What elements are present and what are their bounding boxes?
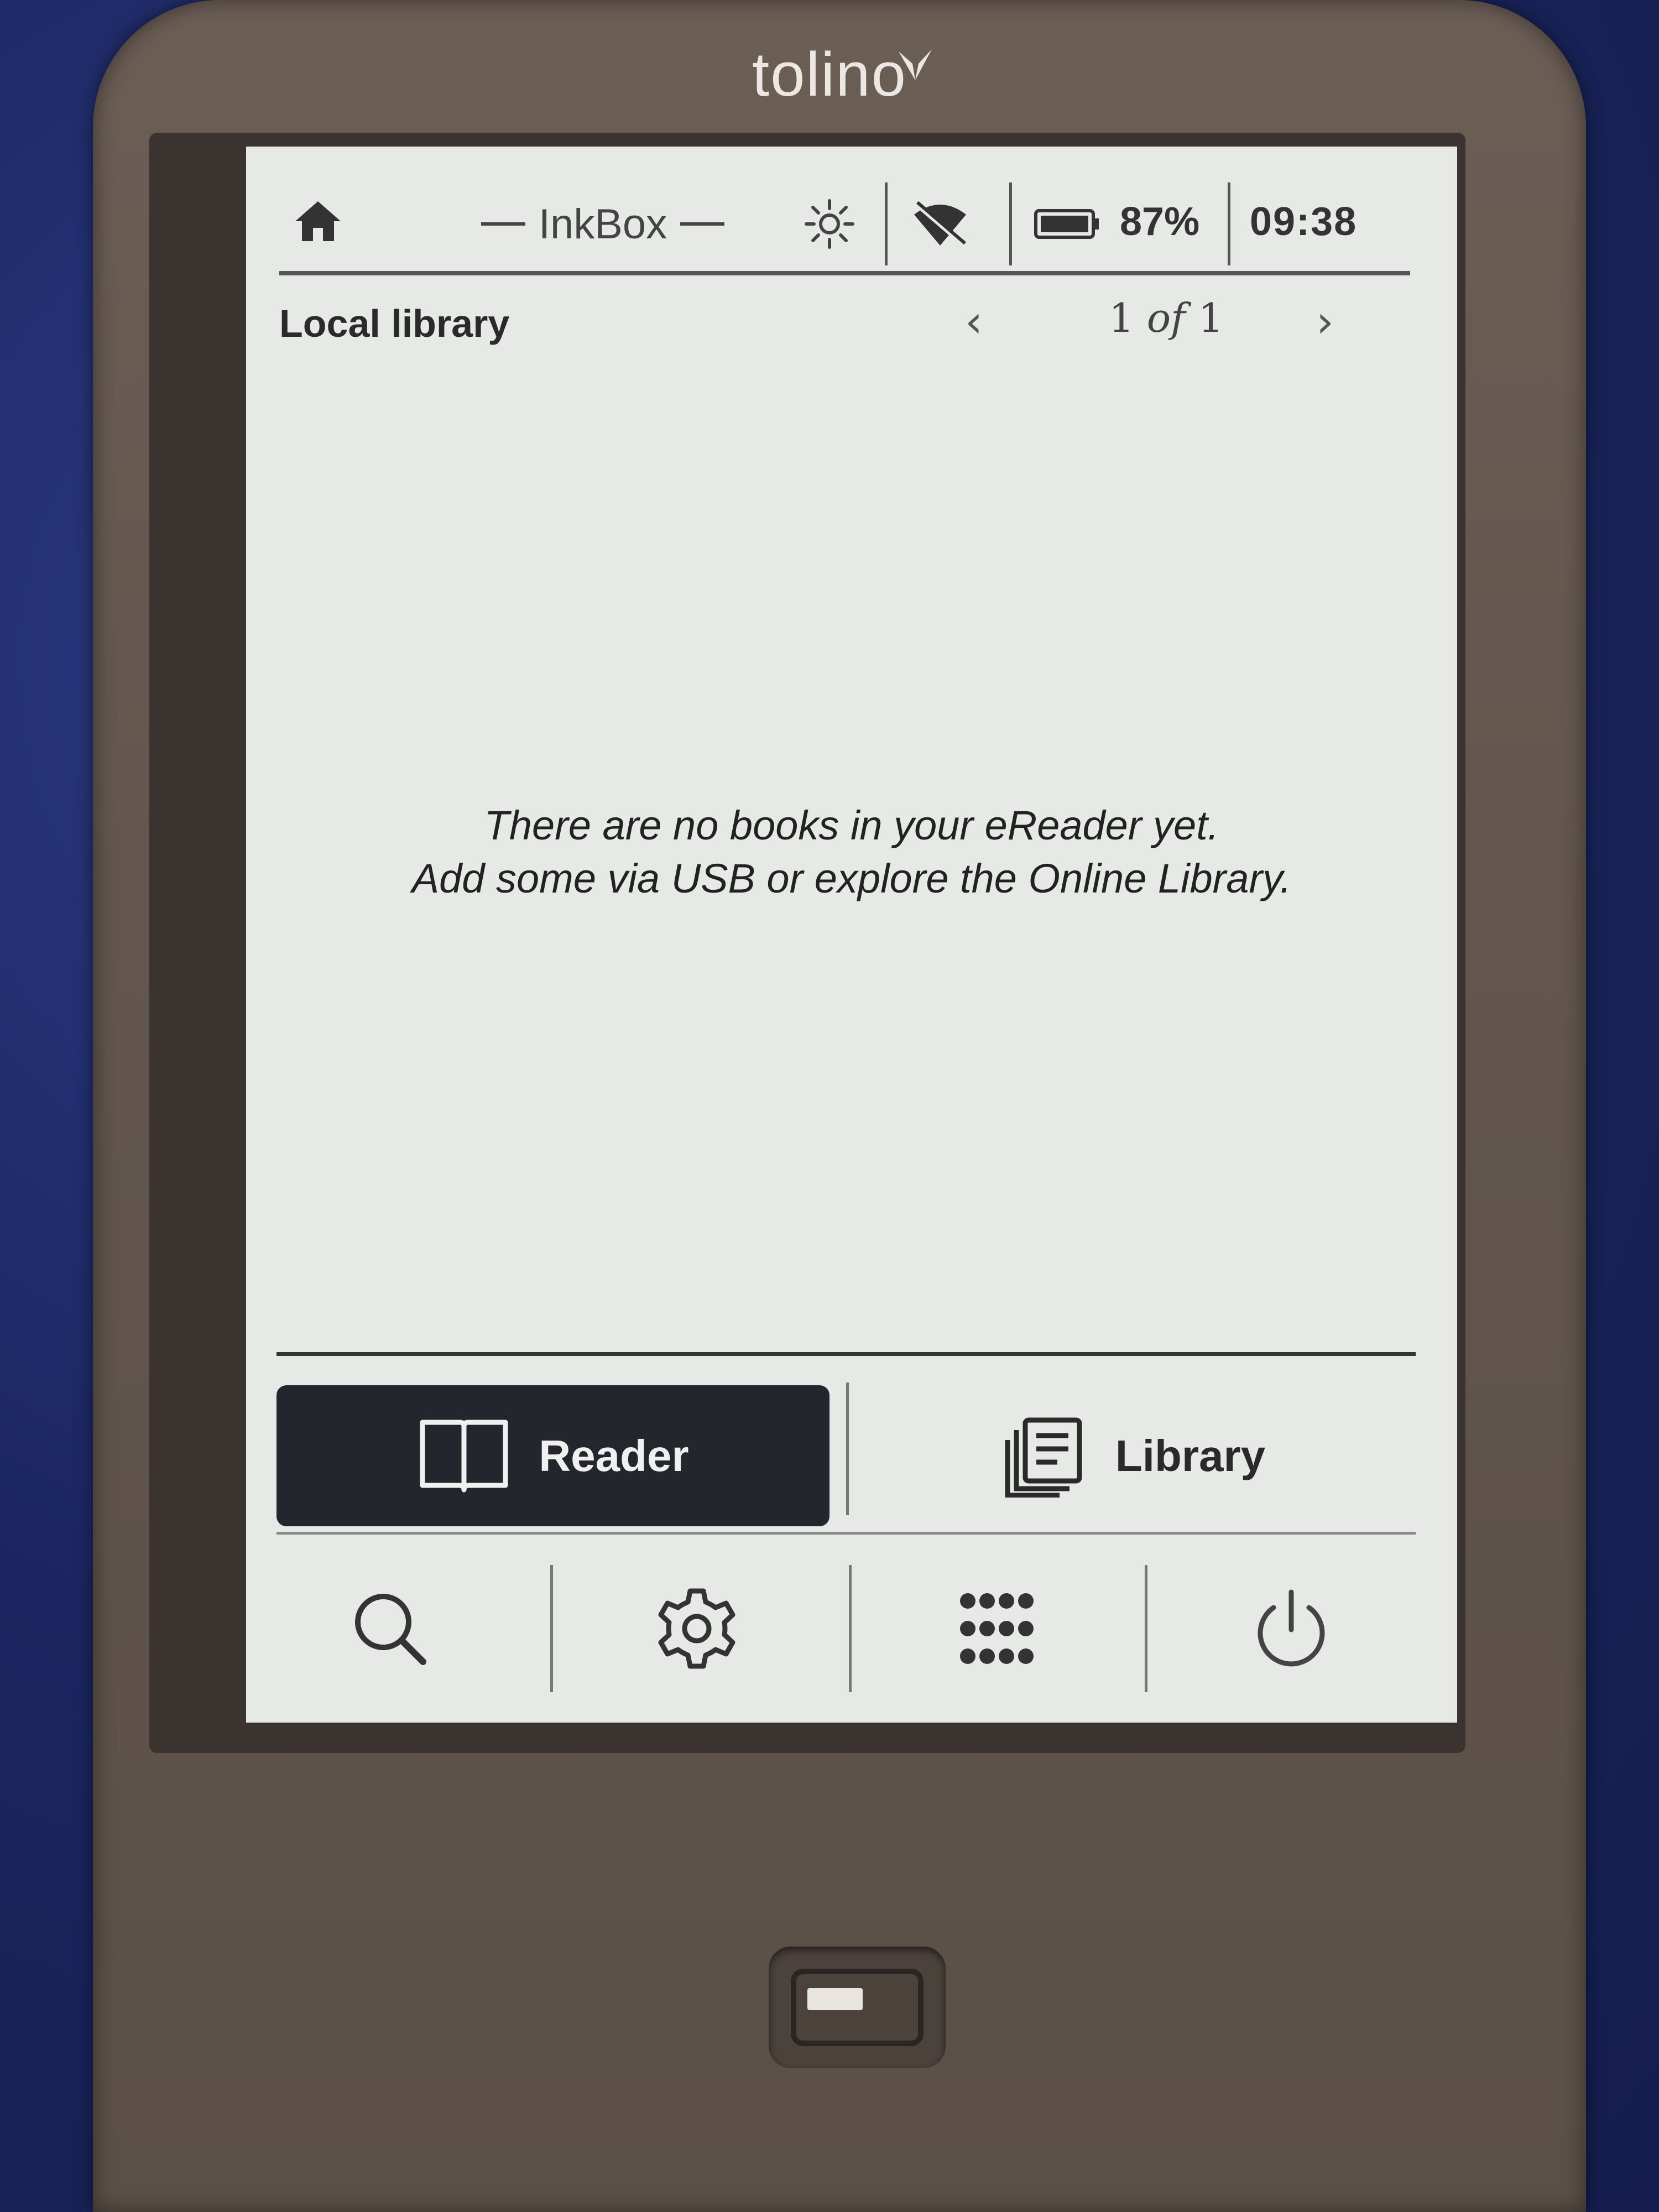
empty-library-message: There are no books in your eReader yet. …: [246, 799, 1457, 905]
apps-grid-icon: [960, 1593, 1034, 1664]
background: tolino InkBox 87% 09:38 Local library ‹ …: [0, 0, 1659, 2212]
brand-logo: tolino: [752, 40, 907, 109]
hardware-home-button[interactable]: [769, 1947, 946, 2068]
page-indicator: 1 of 1: [1109, 295, 1223, 341]
open-book-icon: [420, 1420, 508, 1492]
page-current: 1: [1109, 295, 1134, 341]
library-icon: [1005, 1417, 1082, 1498]
home-button-light: [807, 1988, 863, 2010]
tab-library-label: Library: [1115, 1431, 1266, 1480]
battery-icon: [1034, 209, 1099, 239]
page-of: of: [1146, 295, 1186, 341]
gear-icon: [658, 1588, 735, 1669]
status-bar: InkBox 87% 09:38: [246, 169, 1457, 268]
app-title: InkBox: [538, 200, 667, 248]
butterfly-icon: [899, 49, 932, 80]
title-dash-left: [481, 222, 525, 226]
clock: 09:38: [1250, 200, 1358, 244]
eink-screen: InkBox 87% 09:38 Local library ‹ 1 of 1 …: [246, 147, 1457, 1723]
power-button[interactable]: [1147, 1554, 1435, 1703]
empty-message-line-2: Add some via USB or explore the Online L…: [411, 855, 1292, 901]
status-separator: [885, 182, 888, 265]
status-separator: [1228, 182, 1230, 265]
status-divider: [279, 271, 1410, 275]
page-title: Local library: [279, 302, 510, 345]
tab-reader[interactable]: Reader: [276, 1385, 830, 1526]
search-button[interactable]: [246, 1554, 534, 1703]
tab-bar-bottom-divider: [276, 1532, 1416, 1535]
search-icon: [355, 1594, 426, 1665]
page-total: 1: [1198, 295, 1224, 341]
tab-separator: [846, 1383, 849, 1515]
status-separator: [1009, 182, 1012, 265]
settings-button[interactable]: [553, 1554, 841, 1703]
tab-reader-label: Reader: [539, 1431, 689, 1480]
brightness-icon[interactable]: [802, 196, 857, 252]
tab-bar-divider: [276, 1352, 1416, 1356]
next-page-button[interactable]: ›: [1316, 296, 1334, 347]
empty-message-line-1: There are no books in your eReader yet.: [484, 802, 1219, 848]
battery-percentage: 87%: [1120, 200, 1200, 244]
home-icon[interactable]: [293, 199, 343, 243]
tab-library[interactable]: Library: [854, 1385, 1413, 1526]
power-icon: [1258, 1589, 1325, 1667]
wifi-off-icon[interactable]: [910, 199, 971, 249]
title-dash-right: [680, 222, 725, 226]
previous-page-button[interactable]: ‹: [965, 296, 983, 347]
app-title-group: InkBox: [448, 199, 758, 249]
apps-button[interactable]: [852, 1554, 1139, 1703]
